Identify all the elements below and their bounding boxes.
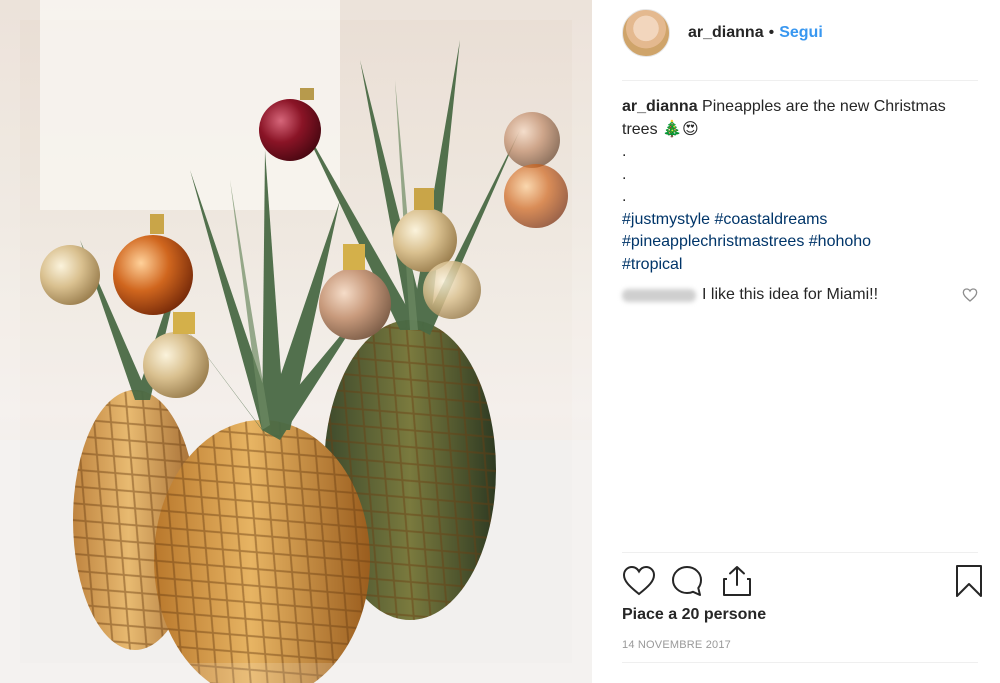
small-heart-icon[interactable] bbox=[962, 287, 978, 303]
heart-icon[interactable] bbox=[622, 564, 656, 598]
post-author-username[interactable]: ar_dianna bbox=[688, 24, 764, 42]
comment-row: I like this idea for Miami!! bbox=[622, 284, 978, 306]
hashtag-link[interactable]: #pineapplechristmastrees bbox=[622, 233, 804, 250]
caption-username[interactable]: ar_dianna bbox=[622, 98, 698, 115]
post-caption: ar_dianna Pineapples are the new Christm… bbox=[622, 96, 962, 276]
post-photo[interactable] bbox=[0, 0, 592, 683]
caption-dot: . bbox=[622, 143, 627, 160]
hashtag-link[interactable]: #justmystyle bbox=[622, 211, 710, 228]
post-header: ar_dianna • Segui bbox=[622, 8, 978, 58]
speech-bubble-icon[interactable] bbox=[670, 564, 704, 598]
post-details-panel: ar_dianna • Segui ar_dianna Pineapples a… bbox=[600, 0, 1000, 683]
hashtag-link[interactable]: #hohoho bbox=[809, 233, 871, 250]
pineapple-christmas-image bbox=[0, 0, 592, 683]
post-date: 14 NOVEMBRE 2017 bbox=[622, 639, 731, 651]
caption-dot: . bbox=[622, 188, 627, 205]
share-icon[interactable] bbox=[720, 564, 754, 598]
caption-dot: . bbox=[622, 165, 627, 183]
post-actions-bar bbox=[622, 564, 982, 598]
likes-count[interactable]: Piace a 20 persone bbox=[622, 606, 766, 624]
footer-divider bbox=[622, 662, 978, 663]
hashtag-link[interactable]: #coastaldreams bbox=[714, 211, 827, 228]
header-divider bbox=[622, 80, 978, 81]
header-separator: • bbox=[768, 24, 775, 41]
hashtag-link[interactable]: #tropical bbox=[622, 256, 682, 273]
avatar[interactable] bbox=[622, 9, 670, 57]
actions-divider bbox=[622, 552, 978, 553]
blurred-commenter-username[interactable] bbox=[622, 288, 696, 302]
comment-text: I like this idea for Miami!! bbox=[702, 286, 879, 303]
follow-button[interactable]: Segui bbox=[779, 24, 823, 42]
bookmark-icon[interactable] bbox=[952, 564, 986, 598]
